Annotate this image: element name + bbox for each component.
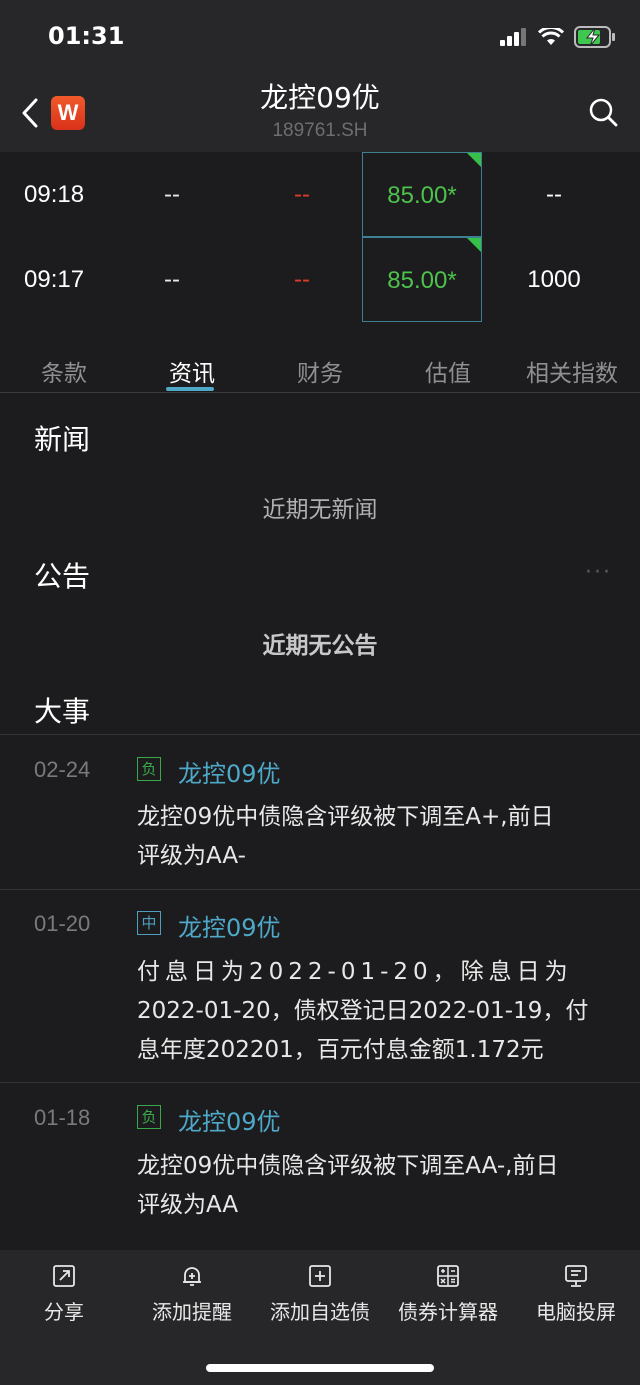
event-description: 龙控09优中债隐含评级被下调至AA-,前日 评级为AA	[137, 1147, 627, 1225]
event-tag: 中	[137, 911, 161, 935]
event-description: 龙控09优中债隐含评级被下调至A+,前日 评级为AA-	[137, 798, 627, 876]
home-indicator[interactable]	[206, 1364, 434, 1372]
event-bond-name[interactable]: 龙控09优	[178, 1102, 281, 1137]
share-icon	[53, 1265, 75, 1287]
events-section-title: 大事	[34, 695, 91, 728]
bond-calculator-label: 债券计算器	[398, 1300, 498, 1324]
event-bond-name[interactable]: 龙控09优	[178, 908, 281, 943]
search-icon[interactable]	[588, 97, 618, 127]
tab-news[interactable]: 资讯	[128, 354, 256, 388]
table-row: 09:17 -- -- 85.00* 1000	[0, 237, 640, 322]
quote-volume: 1000	[527, 266, 581, 293]
screen-cast-button[interactable]: 电脑投屏	[512, 1264, 640, 1325]
quote-col-a: --	[164, 266, 180, 293]
quote-price-value: 85.00*	[387, 267, 457, 294]
share-button[interactable]: 分享	[0, 1264, 128, 1325]
event-date: 01-18	[34, 1105, 91, 1130]
tab-related-indices[interactable]: 相关指数	[508, 354, 636, 388]
quote-volume: --	[546, 181, 562, 208]
quote-col-b: --	[294, 266, 310, 293]
tab-bar: 条款 资讯 财务 估值 相关指数	[0, 340, 640, 393]
tab-valuation[interactable]: 估值	[384, 354, 512, 388]
event-tag: 负	[137, 757, 161, 781]
quote-col-a: --	[164, 181, 180, 208]
divider	[0, 1082, 640, 1083]
quote-price[interactable]: 85.00*	[362, 237, 482, 322]
quote-time: 09:18	[24, 181, 85, 208]
add-watchlist-button[interactable]: 添加自选债	[256, 1264, 384, 1325]
tab-financials[interactable]: 财务	[256, 354, 384, 388]
news-section-title: 新闻	[34, 423, 91, 456]
event-line: 龙控09优中债隐含评级被下调至AA-,前日	[137, 1153, 559, 1179]
bond-calculator-button[interactable]: 债券计算器	[384, 1264, 512, 1325]
page-title: 龙控09优	[260, 81, 380, 114]
announcements-empty-message: 近期无公告	[262, 633, 378, 659]
event-date: 01-20	[34, 911, 91, 936]
quote-price-value: 85.00*	[387, 182, 457, 209]
status-icons	[500, 26, 616, 48]
share-label: 分享	[44, 1300, 84, 1324]
event-line: 2022-01-20，债权登记日2022-01-19，付	[137, 998, 589, 1024]
event-line: 息年度202201，百元付息金额1.172元	[137, 1037, 544, 1063]
add-watchlist-label: 添加自选债	[270, 1300, 370, 1324]
table-row: 09:18 -- -- 85.00* --	[0, 152, 640, 237]
news-empty-message: 近期无新闻	[262, 497, 378, 523]
screen-cast-label: 电脑投屏	[536, 1300, 616, 1324]
more-icon[interactable]: ···	[585, 560, 612, 585]
tab-terms[interactable]: 条款	[0, 354, 128, 388]
quote-col-b: --	[294, 181, 310, 208]
top-header: 01:31 W 龙控09优 189761.SH	[0, 0, 640, 152]
add-square-icon	[309, 1265, 331, 1287]
divider	[0, 734, 640, 735]
event-line: 龙控09优中债隐含评级被下调至A+,前日	[137, 804, 554, 830]
add-reminder-label: 添加提醒	[152, 1300, 232, 1324]
active-tab-indicator	[166, 387, 214, 391]
add-reminder-button[interactable]: 添加提醒	[128, 1264, 256, 1325]
event-description: 付息日为2022-01-20，除息日为 2022-01-20，债权登记日2022…	[137, 953, 627, 1070]
event-line: 评级为AA-	[137, 843, 246, 869]
event-date: 02-24	[34, 757, 91, 782]
battery-charging-icon	[574, 26, 615, 48]
signal-icon	[500, 28, 526, 46]
bond-code: 189761.SH	[272, 120, 368, 141]
calculator-icon	[437, 1265, 459, 1287]
wifi-icon	[538, 28, 564, 45]
quote-price[interactable]: 85.00*	[362, 152, 482, 237]
status-time: 01:31	[48, 22, 125, 50]
bell-plus-icon	[183, 1267, 201, 1286]
quote-time: 09:17	[24, 266, 85, 293]
corner-marker-icon	[467, 238, 481, 252]
corner-marker-icon	[467, 153, 481, 167]
event-line: 评级为AA	[137, 1192, 239, 1218]
event-bond-name[interactable]: 龙控09优	[178, 754, 281, 789]
divider	[0, 889, 640, 890]
event-tag: 负	[137, 1105, 161, 1129]
event-line: 付息日为2022-01-20，除息日为	[137, 959, 573, 985]
quote-table: 09:18 -- -- 85.00* -- 09:17 -- -- 85.00*…	[0, 152, 640, 322]
screen-cast-icon	[565, 1265, 587, 1287]
announcements-section-title: 公告	[34, 560, 91, 593]
